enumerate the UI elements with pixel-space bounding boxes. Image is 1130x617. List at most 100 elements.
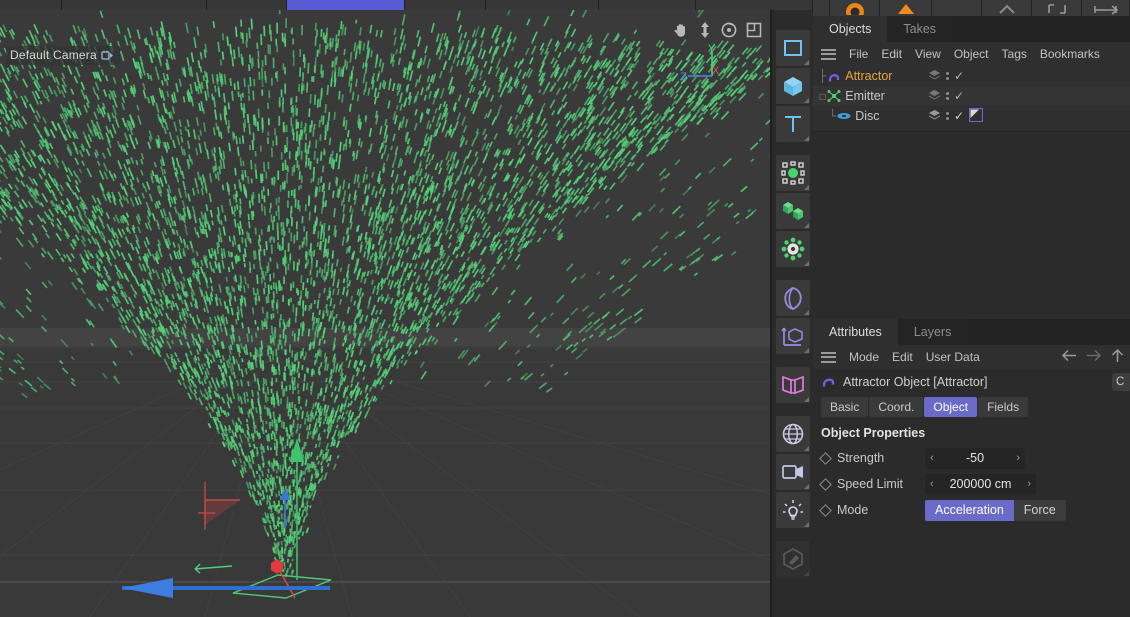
subtab-fields[interactable]: Fields — [978, 397, 1029, 417]
arrow-left-icon[interactable] — [1061, 349, 1077, 365]
visibility-dots-icon[interactable] — [946, 92, 949, 100]
enable-check-icon[interactable]: ✓ — [954, 89, 964, 103]
light-icon[interactable] — [775, 492, 810, 528]
material-paint-icon[interactable] — [775, 541, 810, 577]
emitter-particle-icon[interactable] — [825, 89, 842, 103]
table-row[interactable]: ├ Attractor ✓ — [813, 66, 1130, 86]
tab-objects[interactable]: Objects — [813, 16, 888, 42]
disc-primitive-icon[interactable] — [835, 109, 852, 123]
attributes-nav-arrows — [1061, 345, 1124, 369]
text-spline-icon[interactable] — [775, 106, 810, 142]
visibility-dots-icon[interactable] — [946, 72, 949, 80]
menu-item-bookmarks[interactable]: Bookmarks — [1040, 47, 1100, 61]
collapse-button[interactable] — [982, 0, 1032, 16]
menu-item-user-data[interactable]: User Data — [926, 350, 980, 364]
menu-item-object[interactable]: Object — [954, 47, 989, 61]
timeline-range-button[interactable] — [1082, 0, 1130, 16]
scene-gizmos — [122, 438, 332, 599]
menu-item-view[interactable]: View — [915, 47, 941, 61]
increment-arrow-icon[interactable]: › — [1027, 478, 1031, 490]
objects-tabstrip: Objects Takes — [813, 16, 1130, 42]
toolbar-cell[interactable] — [813, 0, 830, 16]
object-tags: ✓ — [928, 107, 984, 125]
speed-limit-input[interactable]: ‹ 200000 cm › — [925, 473, 1036, 495]
toolbar-cell-active[interactable] — [287, 0, 405, 10]
subtab-object[interactable]: Object — [924, 397, 978, 417]
toolbar-cell[interactable] — [0, 0, 62, 10]
menu-item-edit[interactable]: Edit — [881, 47, 902, 61]
object-palette-toolbar — [772, 10, 813, 617]
subtab-basic[interactable]: Basic — [821, 397, 869, 417]
attributes-panel: Attributes Layers Mode Edit User Data At… — [813, 319, 1130, 617]
tab-attributes[interactable]: Attributes — [813, 319, 898, 345]
render-button[interactable] — [830, 0, 880, 16]
viewport[interactable]: Default Camera Y X Z — [0, 10, 770, 617]
layer-icon[interactable] — [928, 109, 941, 124]
menu-item-tags[interactable]: Tags — [1002, 47, 1027, 61]
objects-menubar: File Edit View Object Tags Bookmarks — [813, 42, 1130, 66]
toolbar-cell[interactable] — [932, 0, 982, 16]
blue-axis-arrow — [280, 488, 290, 500]
property-row-speed-limit: Speed Limit ‹ 200000 cm › — [813, 471, 1130, 497]
strength-input[interactable]: ‹ -50 › — [925, 447, 1025, 469]
pan-hand-icon[interactable] — [673, 22, 689, 38]
increment-arrow-icon[interactable]: › — [1016, 452, 1020, 464]
deformer-icon[interactable] — [775, 155, 810, 191]
mode-option-force[interactable]: Force — [1013, 499, 1066, 521]
table-row[interactable]: ◻ Emitter ✓ — [813, 86, 1130, 106]
mode-option-acceleration[interactable]: Acceleration — [925, 499, 1014, 521]
bend-deformer-icon[interactable] — [775, 367, 810, 403]
hamburger-menu-icon[interactable] — [821, 48, 836, 60]
environment-globe-icon[interactable] — [775, 416, 810, 452]
enable-check-icon[interactable]: ✓ — [954, 69, 964, 83]
frame-selection-button[interactable] — [1032, 0, 1082, 16]
toolbar-cell[interactable] — [207, 0, 287, 10]
arrow-right-icon[interactable] — [1086, 349, 1102, 365]
field-icon[interactable] — [775, 280, 810, 316]
cube-primitive-icon[interactable] — [775, 68, 810, 104]
gizmo-x-label: X — [712, 65, 720, 77]
layer-icon[interactable] — [928, 69, 941, 84]
hamburger-menu-icon[interactable] — [821, 351, 836, 363]
subtab-coord[interactable]: Coord. — [869, 397, 924, 417]
table-row[interactable]: └ Disc ✓ — [813, 106, 1130, 126]
cinema4d-window: Default Camera Y X Z Objects Takes File … — [0, 0, 1130, 617]
visibility-dots-icon[interactable] — [946, 112, 949, 120]
menu-item-edit[interactable]: Edit — [892, 350, 913, 364]
generator-icon[interactable] — [775, 231, 810, 267]
object-tags: ✓ — [928, 69, 964, 84]
layer-icon[interactable] — [928, 89, 941, 104]
property-label: Strength — [837, 451, 885, 465]
toolbar-cell[interactable] — [62, 0, 207, 10]
keyframe-diamond-icon[interactable] — [819, 503, 832, 517]
mograph-cloner-icon[interactable] — [775, 193, 810, 229]
camera-icon[interactable] — [775, 454, 810, 490]
attractor-magnet-icon[interactable] — [825, 69, 842, 83]
object-tags: ✓ — [928, 89, 964, 104]
toolbar-cell[interactable] — [486, 0, 599, 10]
phong-tag-icon[interactable] — [968, 107, 984, 125]
toolbar-cell[interactable] — [696, 0, 813, 10]
menu-item-mode[interactable]: Mode — [849, 350, 879, 364]
axis-object-icon[interactable] — [775, 318, 810, 354]
keyframe-diamond-icon[interactable] — [819, 451, 832, 465]
menu-item-file[interactable]: File — [849, 47, 868, 61]
viewport-camera-label[interactable]: Default Camera — [6, 46, 120, 65]
tab-layers[interactable]: Layers — [897, 319, 968, 345]
spline-pen-icon[interactable] — [775, 30, 810, 66]
camera-lock-icon[interactable] — [101, 50, 114, 61]
subtab-basic-label: Basic — [830, 400, 860, 414]
toolbar-cell[interactable] — [405, 0, 486, 10]
enable-check-icon[interactable]: ✓ — [954, 109, 964, 123]
add-object-button[interactable] — [880, 0, 932, 16]
tab-takes[interactable]: Takes — [887, 16, 953, 42]
arrow-up-icon[interactable] — [1111, 348, 1124, 366]
z-axis-arrow — [122, 578, 173, 598]
toolbar-cell[interactable] — [599, 0, 696, 10]
maximize-viewport-icon[interactable] — [746, 22, 762, 38]
attributes-corner-button[interactable]: C — [1112, 373, 1130, 391]
keyframe-diamond-icon[interactable] — [819, 477, 832, 491]
tree-item-label: Emitter — [845, 89, 885, 103]
dolly-icon[interactable] — [698, 22, 712, 38]
orbit-icon[interactable] — [721, 22, 737, 38]
